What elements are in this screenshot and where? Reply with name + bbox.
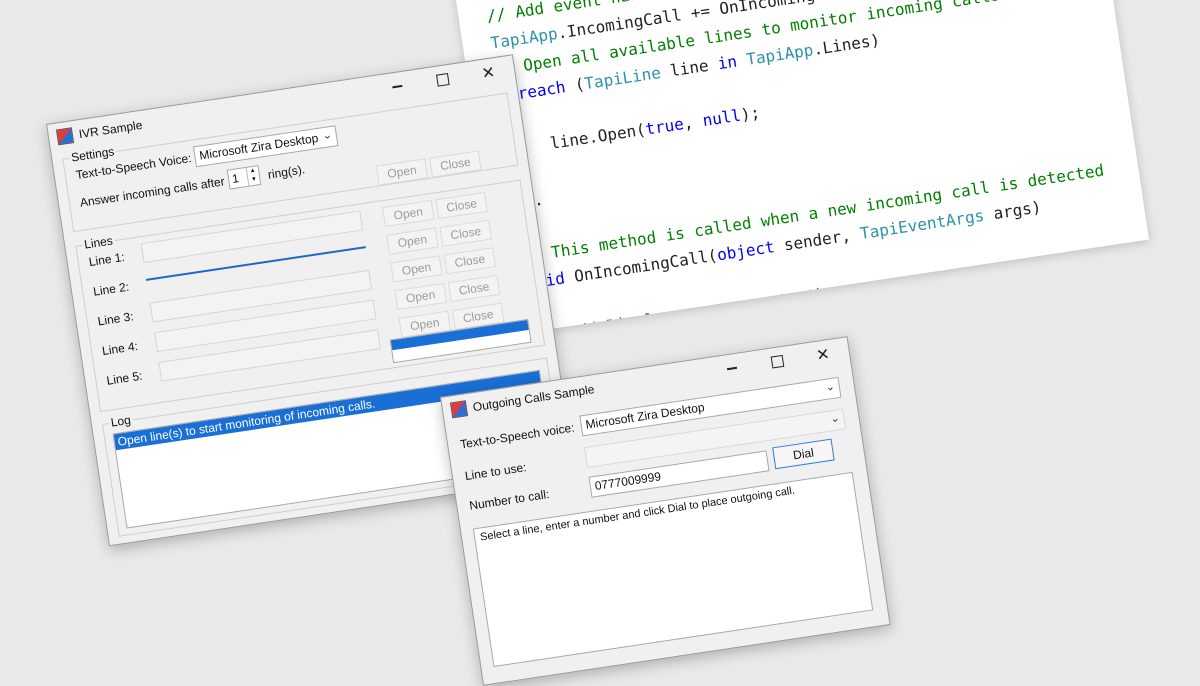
- line-5-label: Line 5:: [105, 368, 144, 388]
- close-icon: ✕: [480, 64, 497, 83]
- tts-voice-value: Microsoft Zira Desktop: [198, 131, 320, 163]
- minimize-icon: [392, 85, 403, 89]
- dial-button[interactable]: Dial: [772, 438, 835, 470]
- minimize-button[interactable]: [374, 70, 422, 104]
- code-token: true: [644, 114, 685, 139]
- line-3-close-button[interactable]: Close: [443, 247, 497, 275]
- rings-stepper[interactable]: 1 ▲ ▼: [226, 165, 262, 190]
- line-1-label: Line 1:: [87, 249, 126, 270]
- outgoing-calls-window: Outgoing Calls Sample ✕ Text-to-Speech v…: [440, 336, 891, 686]
- close-button[interactable]: ✕: [799, 338, 847, 372]
- tts-voice-select[interactable]: Microsoft Zira Desktop ⌄: [192, 125, 339, 168]
- chevron-down-icon: ⌄: [829, 412, 841, 426]
- maximize-icon: [770, 354, 785, 369]
- app-icon: [55, 127, 75, 146]
- line-2-close-button[interactable]: Close: [439, 219, 492, 247]
- close-icon: ✕: [815, 346, 831, 365]
- close-button-extra[interactable]: Close: [429, 150, 482, 178]
- app-icon: [449, 400, 469, 419]
- code-token: null: [701, 105, 743, 131]
- code-token: args): [982, 197, 1043, 225]
- close-button[interactable]: ✕: [465, 56, 513, 90]
- line-1-open-button[interactable]: Open: [381, 199, 435, 228]
- open-button-extra[interactable]: Open: [375, 158, 429, 186]
- maximize-button[interactable]: [754, 345, 802, 379]
- maximize-icon: [436, 73, 450, 87]
- rings-suffix-label: ring(s).: [266, 162, 306, 182]
- rings-value: 1: [231, 171, 240, 187]
- stepper-arrows-icon[interactable]: ▲ ▼: [245, 166, 261, 186]
- line-4-close-button[interactable]: Close: [447, 274, 501, 303]
- line-4-label: Line 4:: [101, 338, 139, 359]
- ivr-window-title: IVR Sample: [77, 117, 144, 142]
- minimize-icon: [726, 367, 738, 370]
- chevron-down-icon: ⌄: [824, 380, 836, 394]
- number-to-call-label: Number to call:: [468, 486, 551, 513]
- code-token: ,: [923, 295, 937, 316]
- code-token: object: [715, 237, 776, 265]
- line-3-label: Line 3:: [96, 309, 135, 329]
- chevron-down-icon: ⌄: [321, 128, 333, 143]
- lines-group-label: Lines: [81, 233, 116, 252]
- answer-calls-label: Answer incoming calls after: [78, 174, 226, 210]
- line-4-open-button[interactable]: Open: [394, 282, 447, 311]
- code-editor: // Initialize(TapiApp.Initialize(// Add …: [447, 0, 1149, 336]
- line-2-label: Line 2:: [92, 279, 130, 299]
- code-token: );: [739, 102, 762, 125]
- log-group-label: Log: [107, 412, 134, 430]
- outgoing-tts-label: Text-to-Speech voice:: [459, 420, 576, 452]
- line-3-open-button[interactable]: Open: [390, 255, 443, 283]
- line-1-close-button[interactable]: Close: [435, 191, 488, 220]
- code-token: line: [659, 54, 720, 82]
- maximize-button[interactable]: [419, 63, 467, 97]
- minimize-button[interactable]: [708, 351, 756, 385]
- line-2-open-button[interactable]: Open: [386, 227, 439, 255]
- line-to-use-label: Line to use:: [463, 460, 528, 484]
- outgoing-tts-value: Microsoft Zira Desktop: [584, 400, 706, 432]
